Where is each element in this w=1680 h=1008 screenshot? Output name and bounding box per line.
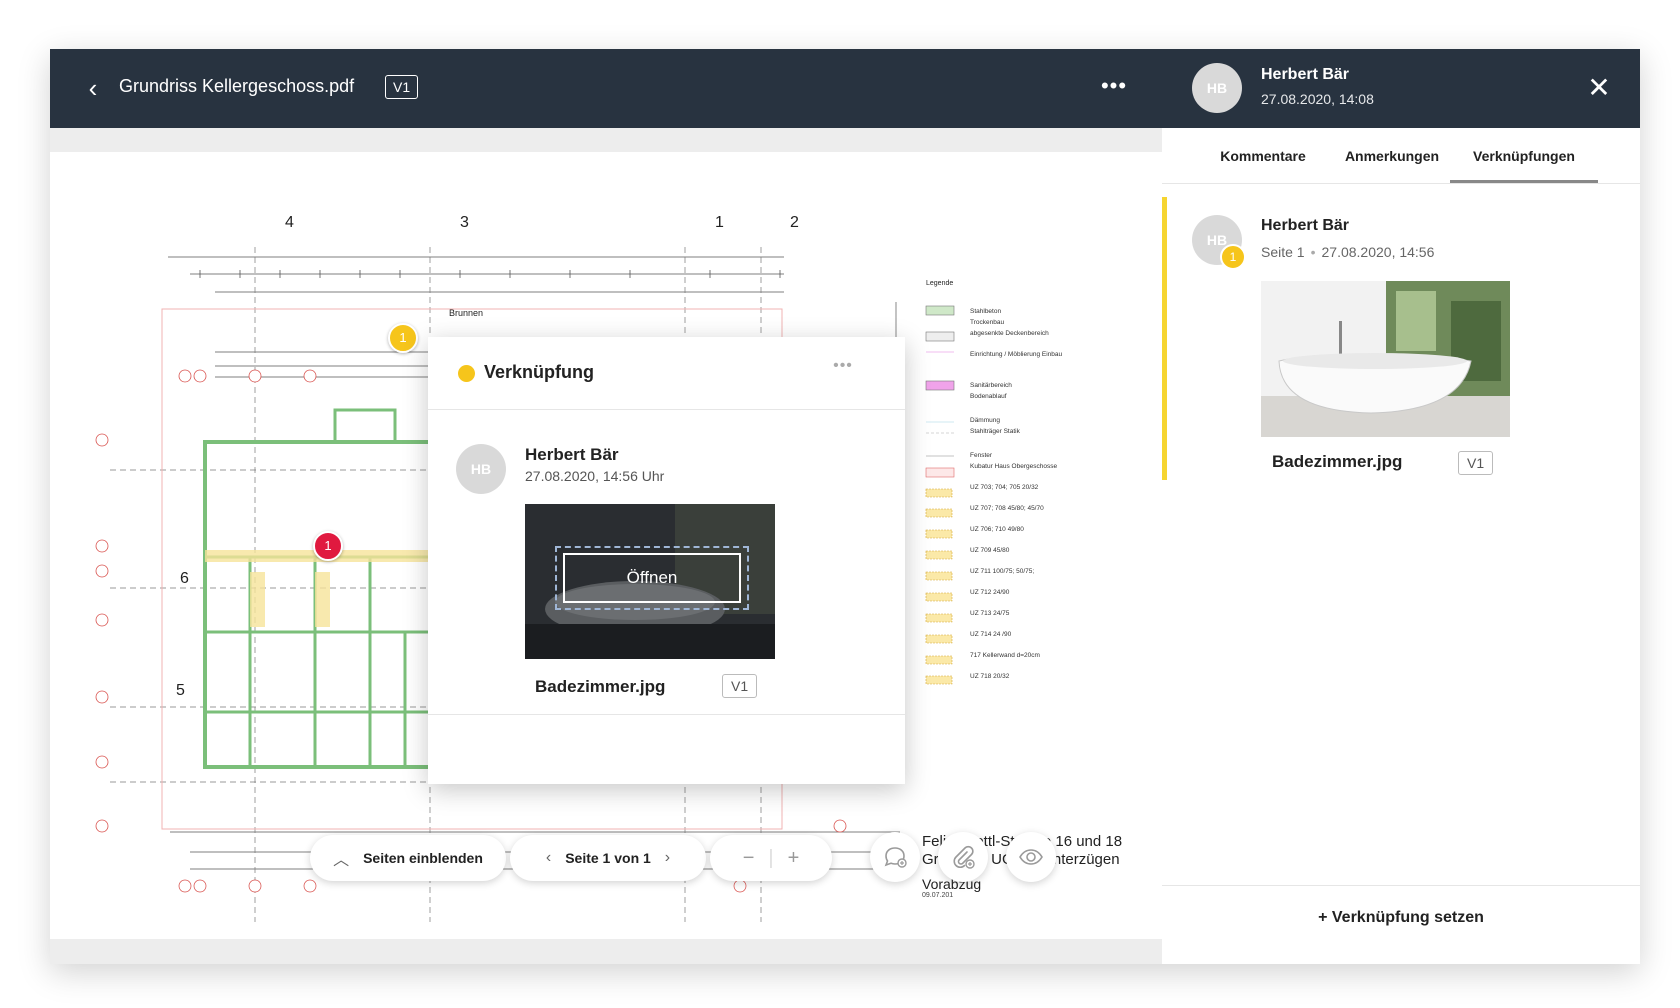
bathtub-image	[1261, 281, 1510, 437]
side-tabs: Kommentare Anmerkungen Verknüpfungen	[1162, 128, 1640, 184]
add-attachment-button[interactable]	[938, 832, 988, 882]
tab-kommentare[interactable]: Kommentare	[1216, 128, 1310, 183]
zoom-out-icon[interactable]: −	[743, 847, 755, 870]
zoom-separator: |	[768, 846, 774, 869]
page-indicator: Seite 1 von 1	[565, 850, 651, 866]
header-date: 27.08.2020, 14:08	[1261, 91, 1374, 107]
link-pin[interactable]: 1	[388, 323, 418, 353]
add-comment-button[interactable]	[870, 832, 920, 882]
legend-item: Dämmung	[970, 417, 1000, 424]
legend-item: Stahlbeton	[970, 308, 1002, 315]
add-link-button[interactable]: + Verknüpfung setzen	[1162, 909, 1640, 927]
comment-add-icon	[884, 847, 907, 868]
file-name: Badezimmer.jpg	[1272, 452, 1403, 471]
axis-label-3: 3	[460, 214, 469, 231]
attachment-add-icon	[953, 845, 975, 869]
legend-item: Trockenbau	[970, 319, 1005, 326]
legend-item: Einrichtung / Möblierung Einbau	[970, 351, 1063, 358]
popup-more-button[interactable]: •••	[823, 357, 863, 383]
document-viewer: ‹ Grundriss Kellergeschoss.pdf V1 ••• 4 …	[50, 49, 1162, 964]
open-button-focus-ring: Öffnen	[555, 546, 749, 610]
link-popup: Verknüpfung ••• HB Herbert Bär 27.08.202…	[428, 337, 905, 784]
draft-date: 09.07.201	[922, 892, 954, 899]
link-dot-icon	[458, 365, 475, 382]
axis-label-2: 2	[790, 214, 799, 231]
legend-item: UZ 707; 708 45/80; 45/70	[970, 505, 1044, 512]
legend-list: Stahlbeton Trockenbau abgesenkte Deckenb…	[970, 308, 1100, 694]
zoom-controls: − | +	[710, 835, 832, 881]
toggle-pages-button[interactable]: ︿ Seiten einblenden	[310, 835, 506, 881]
legend-item: UZ 713 24/75	[970, 610, 1010, 617]
link-page: Seite 1	[1261, 244, 1305, 260]
avatar: HB	[456, 444, 506, 494]
link-pin-badge: 1	[1220, 244, 1246, 270]
separator-dot: •	[1310, 244, 1316, 260]
zoom-in-icon[interactable]: +	[788, 847, 800, 870]
legend-item: UZ 703; 704; 705 20/32	[970, 484, 1039, 491]
eye-icon	[1019, 849, 1043, 865]
popup-title: Verknüpfung	[484, 362, 595, 382]
side-label-5: 5	[176, 682, 185, 699]
link-author-name: Herbert Bär	[1261, 217, 1350, 234]
legend-item: 717 Kellerwand d=20cm	[970, 652, 1040, 659]
axis-label-4: 4	[285, 214, 294, 231]
link-meta: Seite 1 • 27.08.2020, 14:56	[1261, 244, 1434, 260]
legend-item: UZ 714 24 /90	[970, 631, 1012, 638]
avatar: HB	[1192, 63, 1242, 113]
open-button[interactable]: Öffnen	[563, 553, 741, 603]
legend-item: Bodenablauf	[970, 393, 1007, 400]
back-button[interactable]: ‹	[76, 71, 110, 105]
toggle-pages-label: Seiten einblenden	[363, 850, 483, 866]
legend-item: UZ 709 45/80	[970, 547, 1010, 554]
legend-item: UZ 711 100/75; 50/75;	[970, 568, 1035, 575]
selected-indicator	[1162, 197, 1167, 480]
toggle-visibility-button[interactable]	[1006, 832, 1056, 882]
divider	[1162, 885, 1640, 886]
legend-item: UZ 706; 710 49/80	[970, 526, 1024, 533]
file-version-badge[interactable]: V1	[722, 674, 758, 698]
link-date: 27.08.2020, 14:56 Uhr	[525, 468, 665, 484]
next-page-icon[interactable]: ›	[665, 849, 670, 867]
legend-title: Legende	[926, 280, 954, 287]
more-button[interactable]: •••	[1092, 71, 1136, 105]
side-panel: HB Herbert Bär 27.08.2020, 14:08 ✕ Komme…	[1162, 49, 1640, 964]
side-panel-header: HB Herbert Bär 27.08.2020, 14:08 ✕	[1162, 49, 1640, 128]
tab-verknuepfungen[interactable]: Verknüpfungen	[1450, 128, 1598, 183]
linked-image-thumbnail[interactable]	[1261, 281, 1510, 437]
legend-item: Sanitärbereich	[970, 382, 1012, 389]
legend-item: UZ 718 20/32	[970, 673, 1010, 680]
previous-page-icon[interactable]: ‹	[546, 849, 551, 867]
more-horizontal-icon: •••	[1100, 73, 1128, 98]
version-badge[interactable]: V1	[385, 75, 419, 99]
document-title: Grundriss Kellergeschoss.pdf	[119, 76, 355, 96]
legend-item: abgesenkte Deckenbereich	[970, 330, 1049, 337]
author-name: Herbert Bär	[525, 445, 619, 464]
annotation-pin[interactable]: 1	[313, 531, 343, 561]
more-horizontal-icon: •••	[833, 357, 853, 374]
divider	[428, 714, 905, 715]
divider	[428, 409, 905, 410]
viewer-topbar: ‹ Grundriss Kellergeschoss.pdf V1 •••	[50, 49, 1162, 128]
link-date: 27.08.2020, 14:56	[1321, 244, 1435, 260]
tab-anmerkungen[interactable]: Anmerkungen	[1337, 128, 1447, 183]
legend-item: Kubatur Haus Obergeschosse	[970, 463, 1058, 470]
app-window: ‹ Grundriss Kellergeschoss.pdf V1 ••• 4 …	[50, 49, 1640, 964]
legend-item: UZ 712 24/90	[970, 589, 1010, 596]
chevron-left-icon: ‹	[88, 72, 98, 103]
room-label-brunnen: Brunnen	[449, 308, 484, 318]
close-icon: ✕	[1587, 72, 1611, 103]
file-version-badge[interactable]: V1	[1458, 451, 1494, 475]
page-navigator: ‹ Seite 1 von 1 ›	[510, 835, 706, 881]
file-name: Badezimmer.jpg	[535, 677, 666, 696]
axis-label-1: 1	[715, 214, 724, 231]
side-label-6: 6	[180, 570, 189, 587]
linked-image-thumbnail[interactable]: Öffnen	[525, 504, 775, 659]
legend-item: Stahlträger Statik	[970, 428, 1020, 435]
author-name: Herbert Bär	[1261, 66, 1350, 83]
chevron-up-icon: ︿	[333, 852, 350, 869]
close-button[interactable]: ✕	[1582, 71, 1616, 105]
legend-item: Fenster	[970, 452, 993, 459]
